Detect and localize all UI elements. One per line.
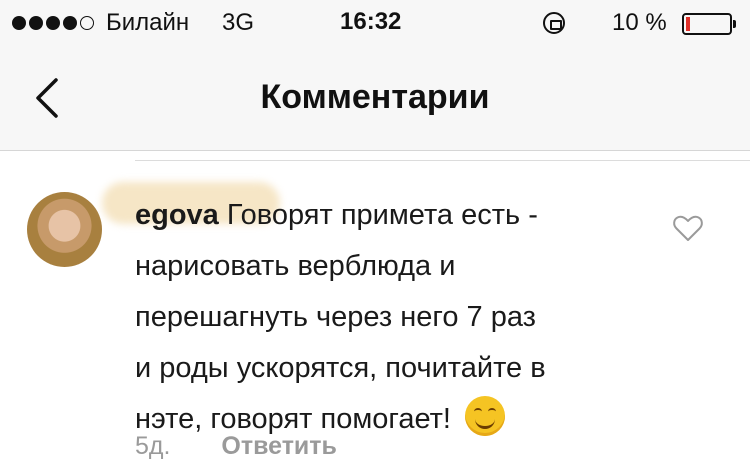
divider xyxy=(135,160,750,161)
like-button[interactable] xyxy=(672,212,704,244)
signal-strength-icon xyxy=(12,16,94,30)
battery-icon xyxy=(682,13,736,35)
carrier-name: Билайн xyxy=(106,9,190,36)
navigation-bar: Комментарии xyxy=(0,48,750,151)
rotation-lock-icon xyxy=(543,12,565,34)
comment-meta: 5д. Ответить xyxy=(135,432,337,461)
reply-button[interactable]: Ответить xyxy=(221,432,337,460)
comment-text: egova Говорят примета есть - нарисовать … xyxy=(135,190,555,445)
smiling-face-icon xyxy=(465,396,506,436)
battery-level-fill xyxy=(686,17,690,31)
network-type: 3G xyxy=(222,9,255,36)
signal-dot xyxy=(12,16,26,30)
page-title: Комментарии xyxy=(260,78,490,116)
status-bar: Билайн 3G 16:32 10 % xyxy=(0,0,750,48)
clock: 16:32 xyxy=(340,8,402,35)
comment-age: 5д. xyxy=(135,432,171,460)
avatar[interactable] xyxy=(27,192,102,267)
heart-outline-icon xyxy=(673,215,703,241)
signal-dot xyxy=(63,16,77,30)
signal-dot xyxy=(29,16,43,30)
signal-dot xyxy=(46,16,60,30)
battery-percent: 10 % xyxy=(612,9,667,36)
comment-username[interactable]: egova xyxy=(135,199,219,231)
signal-dot-empty xyxy=(80,16,94,30)
